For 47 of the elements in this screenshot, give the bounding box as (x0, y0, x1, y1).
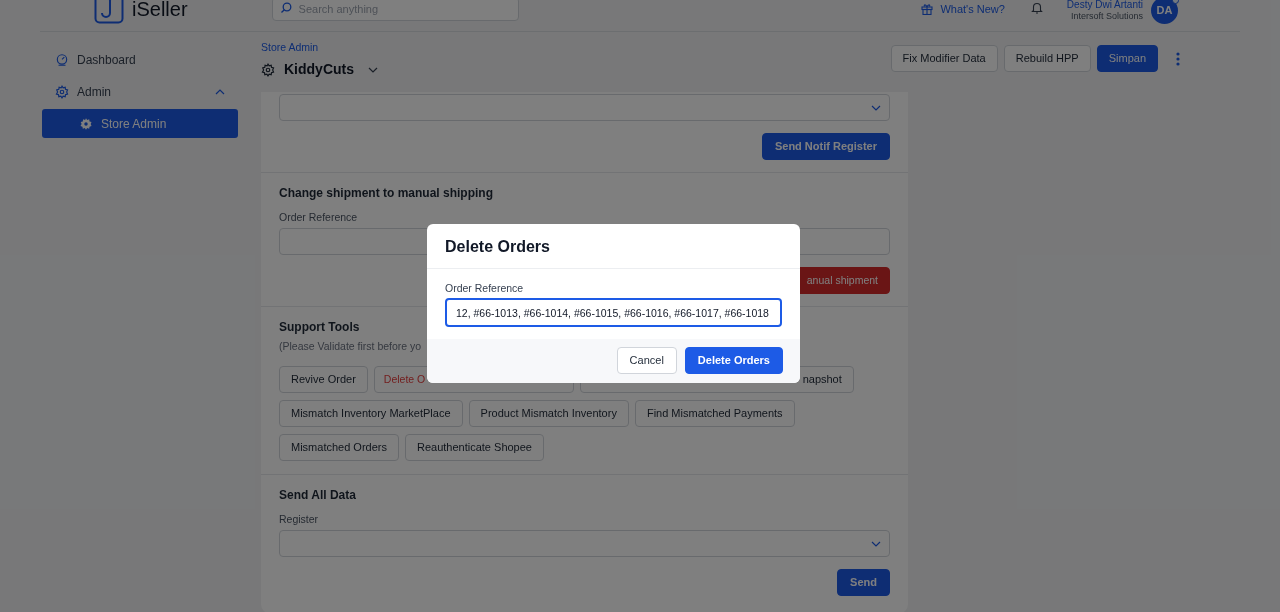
logo-icon (94, 0, 124, 24)
action-button[interactable]: Rebuild HPP (1003, 45, 1091, 72)
tool-button[interactable]: Mismatch Inventory MarketPlace (279, 400, 463, 427)
breadcrumb-link[interactable]: Store Admin (261, 41, 378, 53)
select-field[interactable] (279, 94, 890, 121)
tool-button[interactable]: Revive Order (279, 366, 368, 393)
more-options-icon[interactable] (1176, 51, 1180, 66)
action-button[interactable]: Simpan (1096, 45, 1158, 72)
section-title: Support Tools (279, 320, 361, 335)
field-label: Register (279, 513, 320, 526)
action-button[interactable]: Fix Modifier Data (890, 45, 998, 72)
sidebar-item[interactable]: Admin (42, 77, 238, 106)
action-button[interactable]: Send Notif Register (761, 133, 890, 160)
gear-icon (79, 116, 93, 131)
chevron-down-icon (871, 104, 881, 111)
select-field[interactable] (279, 530, 890, 557)
user-avatar[interactable]: DA (1151, 0, 1178, 24)
chevron-up-icon[interactable] (215, 88, 225, 95)
store-title: KiddyCuts (284, 60, 354, 79)
field-label: Order Reference (445, 282, 525, 295)
tool-button[interactable]: Reauthenticate Shopee (405, 434, 544, 461)
dialog-button[interactable]: Delete Orders (684, 347, 783, 374)
chevron-down-icon[interactable] (368, 66, 378, 73)
order-reference-field[interactable]: 12, #66-1013, #66-1014, #66-1015, #66-1016, #66-1017, #66-1018 (445, 298, 782, 327)
section-title: Send All Data (279, 488, 357, 503)
user-company: Intersoft Solutions (1070, 11, 1143, 22)
user-name: Desty Dwi Artanti (1066, 0, 1143, 11)
search-icon (279, 2, 292, 14)
gear-icon (55, 84, 69, 99)
section-title: Change shipment to manual shipping (279, 186, 494, 201)
gift-icon (921, 3, 934, 16)
gear-icon (261, 62, 275, 77)
tool-button[interactable]: Product Mismatch Inventory (468, 400, 629, 427)
logo-text: iSeller (132, 0, 188, 22)
sidebar-item[interactable]: Store Admin (42, 109, 238, 138)
tool-button[interactable]: Find Mismatched Payments (634, 400, 795, 427)
sidebar-item[interactable]: Dashboard (42, 45, 238, 74)
tool-button[interactable]: Mismatched Orders (279, 434, 399, 461)
dialog-button[interactable]: Cancel (616, 347, 677, 374)
dashboard-icon (55, 52, 69, 67)
chevron-down-icon (871, 540, 881, 547)
field-label: Order Reference (279, 211, 359, 224)
bell-icon[interactable] (1030, 1, 1043, 14)
section-note: (Please Validate first before yo (279, 340, 423, 353)
whats-new-link[interactable]: What's New? (940, 1, 1005, 18)
dialog-title: Delete Orders (427, 224, 800, 269)
action-button[interactable]: Send (837, 569, 890, 596)
